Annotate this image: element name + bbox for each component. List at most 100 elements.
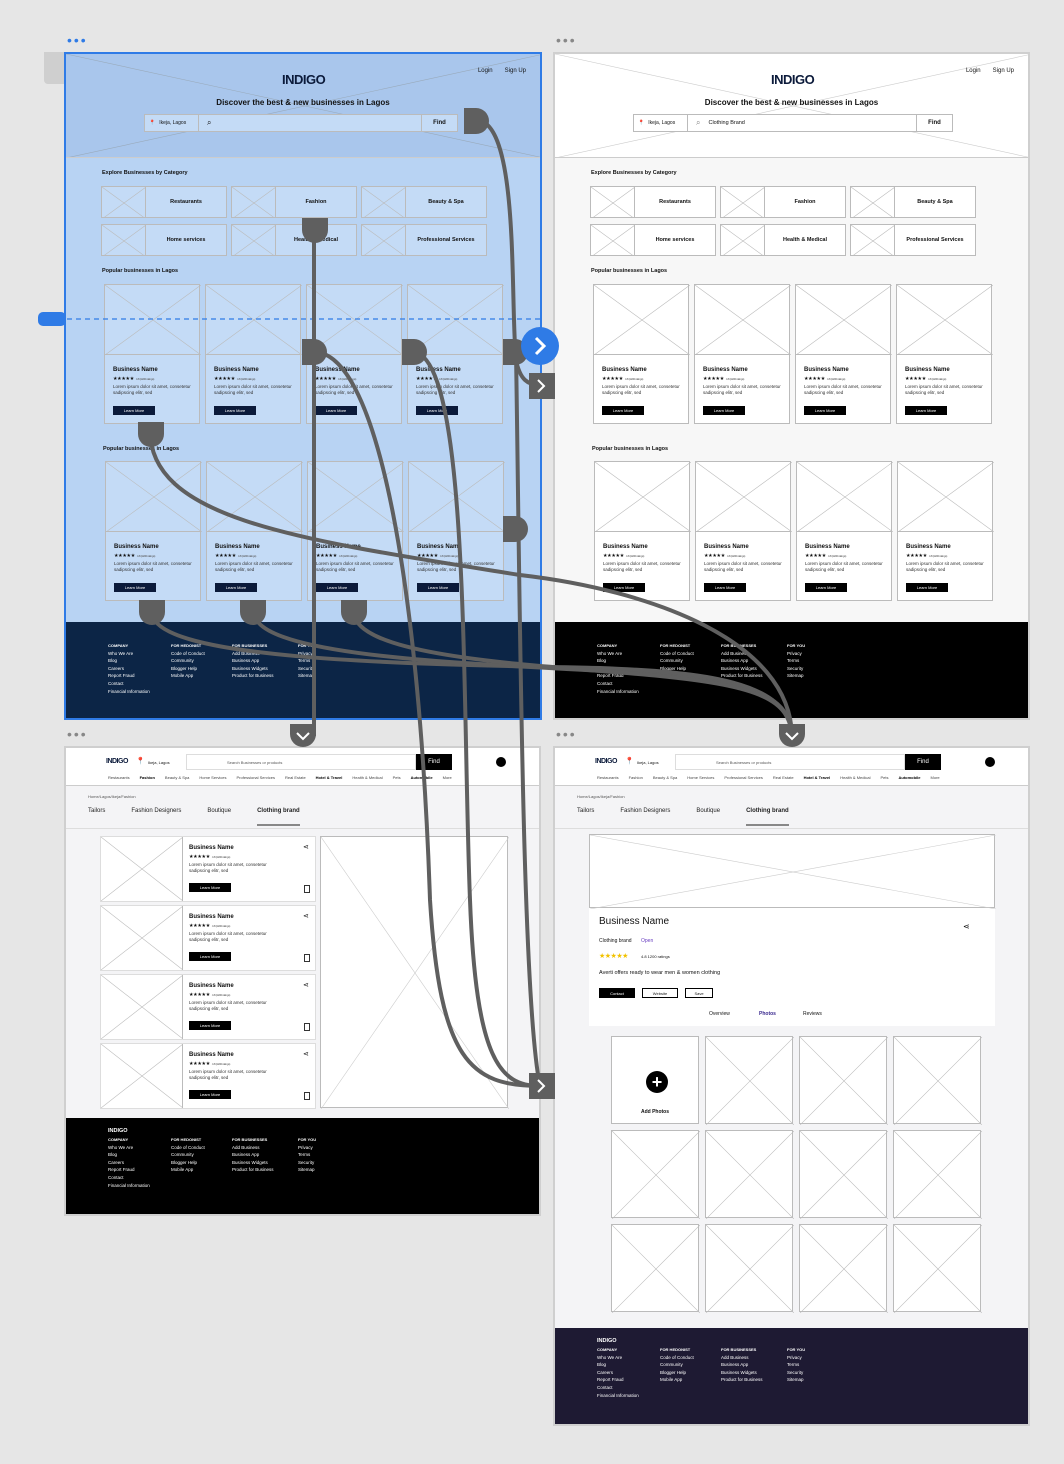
nav-category[interactable]: Pets [393, 775, 401, 780]
business-card[interactable]: Business Name ★★★★★ 4.8 (1200 ratings) Lore… [694, 284, 791, 424]
footer-link[interactable]: Careers [597, 665, 639, 673]
footer-link[interactable]: Sitemap [787, 1376, 805, 1384]
footer-link[interactable]: Who We Are [597, 1354, 639, 1362]
category-tile[interactable]: Professional Services [361, 224, 487, 256]
learn-more-button[interactable]: Learn More [113, 406, 155, 415]
listing-frame[interactable]: INDIGO 📍 Ikeja, Lagos Search Businesses … [64, 746, 541, 1216]
footer-link[interactable]: Business App [721, 1361, 763, 1369]
user-avatar-icon[interactable] [496, 757, 506, 767]
footer-link[interactable]: Add Business [721, 1354, 763, 1362]
breadcrumb[interactable]: Home/Lagos/Ikeja/Fashion [88, 794, 136, 799]
photo-thumbnail[interactable] [611, 1130, 700, 1219]
photo-thumbnail[interactable] [705, 1224, 794, 1313]
footer-link[interactable]: Business App [232, 1151, 274, 1159]
business-card[interactable]: Business Name ★★★★★ 4.8 (1200 ratings) Lore… [795, 284, 892, 424]
nav-category[interactable]: Health & Medical [352, 775, 382, 780]
category-tile[interactable]: Fashion [720, 186, 846, 218]
category-tile[interactable]: Restaurants [101, 186, 227, 218]
footer-link[interactable]: Terms [787, 1361, 805, 1369]
footer-link[interactable]: Business Widgets [721, 1369, 763, 1377]
business-card[interactable]: Business Name ★★★★★ 4.8 (1200 ratings) Lore… [897, 461, 994, 601]
subcategory-tab[interactable]: Tailors [577, 808, 594, 824]
nav-category[interactable]: Automobile [411, 775, 433, 780]
learn-more-button[interactable]: Learn More [189, 1090, 231, 1099]
footer-link[interactable]: Report Fraud [108, 672, 150, 680]
frame-handle[interactable]: ••• [556, 727, 577, 741]
footer-link[interactable]: Business Widgets [232, 665, 274, 673]
footer-link[interactable]: Privacy [787, 1354, 805, 1362]
footer-link[interactable]: Security [787, 665, 805, 673]
signup-link[interactable]: Sign Up [505, 68, 526, 74]
footer-link[interactable]: Report Fraud [597, 1376, 639, 1384]
footer-link[interactable]: Add Business [721, 650, 763, 658]
footer-link[interactable]: Report Fraud [597, 672, 639, 680]
home-frame-selected[interactable]: INDIGO Login Sign Up Discover the best & … [64, 52, 542, 720]
share-icon[interactable]: ⋖ [303, 1050, 309, 1058]
footer-link[interactable]: Who We Are [108, 1144, 150, 1152]
footer-link[interactable]: Business Widgets [232, 1159, 274, 1167]
website-button[interactable]: Website [642, 988, 678, 998]
footer-link[interactable]: Community [171, 657, 205, 665]
frame-handle[interactable]: ••• [67, 33, 88, 47]
frame-handle[interactable]: ••• [556, 33, 577, 47]
share-icon[interactable]: ⋖ [303, 981, 309, 989]
tab-photos[interactable]: Photos [759, 1011, 776, 1017]
nav-category[interactable]: Automobile [899, 775, 921, 780]
nav-category[interactable]: Fashion [140, 775, 155, 780]
list-item[interactable]: Business Name ⋖ ★★★★★ 4.8 (1200 ratings) Lor… [100, 974, 316, 1040]
bookmark-icon[interactable] [304, 1023, 310, 1031]
nav-category[interactable]: Restaurants [597, 775, 619, 780]
footer-link[interactable]: Security [787, 1369, 805, 1377]
learn-more-button[interactable]: Learn More [603, 583, 645, 592]
search-bar[interactable]: 📍 Ikeja, Lagos ⌕ Find [144, 114, 458, 132]
nav-category[interactable]: Professional Services [237, 775, 275, 780]
share-icon[interactable]: ⋖ [963, 922, 970, 931]
footer-link[interactable]: Financial Information [597, 688, 639, 696]
category-tile[interactable]: Fashion [231, 186, 357, 218]
search-input[interactable]: Search Businesses or products [186, 754, 416, 770]
learn-more-button[interactable]: Learn More [805, 583, 847, 592]
footer-link[interactable]: Product for Business [232, 672, 274, 680]
learn-more-button[interactable]: Learn More [703, 406, 745, 415]
footer-link[interactable]: Contact [108, 1174, 150, 1182]
search-input[interactable]: Clothing Brand [708, 120, 744, 126]
learn-more-button[interactable]: Learn More [215, 583, 257, 592]
footer-link[interactable]: Business App [232, 657, 274, 665]
learn-more-button[interactable]: Learn More [114, 583, 156, 592]
learn-more-button[interactable]: Learn More [189, 952, 231, 961]
business-card[interactable]: Business Name ★★★★★ 4.8 (1200 ratings) Lore… [206, 461, 303, 601]
nav-category[interactable]: Beauty & Spa [165, 775, 189, 780]
login-link[interactable]: Login [478, 68, 493, 74]
footer-link[interactable]: Product for Business [721, 1376, 763, 1384]
nav-category[interactable]: More [931, 775, 940, 780]
footer-link[interactable]: Privacy [787, 650, 805, 658]
footer-link[interactable]: Blogger Help [660, 665, 694, 673]
category-tile[interactable]: Health & Medical [231, 224, 357, 256]
photo-thumbnail[interactable] [893, 1036, 982, 1125]
footer-link[interactable]: Blogger Help [171, 1159, 205, 1167]
list-item[interactable]: Business Name ⋖ ★★★★★ 4.8 (1200 ratings) Lor… [100, 905, 316, 971]
tab-reviews[interactable]: Reviews [803, 1011, 822, 1017]
category-tile[interactable]: Beauty & Spa [850, 186, 976, 218]
bookmark-icon[interactable] [304, 1092, 310, 1100]
footer-link[interactable]: Careers [108, 665, 150, 673]
footer-link[interactable]: Mobile App [660, 672, 694, 680]
learn-more-button[interactable]: Learn More [214, 406, 256, 415]
business-card[interactable]: Business Name ★★★★★ 4.8 (1200 ratings) Lore… [306, 284, 403, 424]
footer-link[interactable]: Add Business [232, 650, 274, 658]
subcategory-tab[interactable]: Clothing brand [257, 808, 300, 826]
nav-category[interactable]: Fashion [629, 775, 643, 780]
business-card[interactable]: Business Name ★★★★★ 4.8 (1200 ratings) Lore… [307, 461, 404, 601]
footer-link[interactable]: Mobile App [171, 1166, 205, 1174]
photo-thumbnail[interactable] [611, 1224, 700, 1313]
find-button[interactable]: Find [421, 115, 457, 131]
footer-link[interactable]: Add Business [232, 1144, 274, 1152]
nav-category[interactable]: Restaurants [108, 775, 130, 780]
location-value[interactable]: Ikeja, Lagos [637, 760, 659, 765]
location-value[interactable]: Ikeja, Lagos [148, 760, 170, 765]
footer-link[interactable]: Code of Conduct [660, 1354, 694, 1362]
list-item[interactable]: Business Name ⋖ ★★★★★ 4.8 (1200 ratings) Lor… [100, 836, 316, 902]
footer-link[interactable]: Terms [787, 657, 805, 665]
nav-category[interactable]: Real Estate [773, 775, 794, 780]
learn-more-button[interactable]: Learn More [905, 406, 947, 415]
